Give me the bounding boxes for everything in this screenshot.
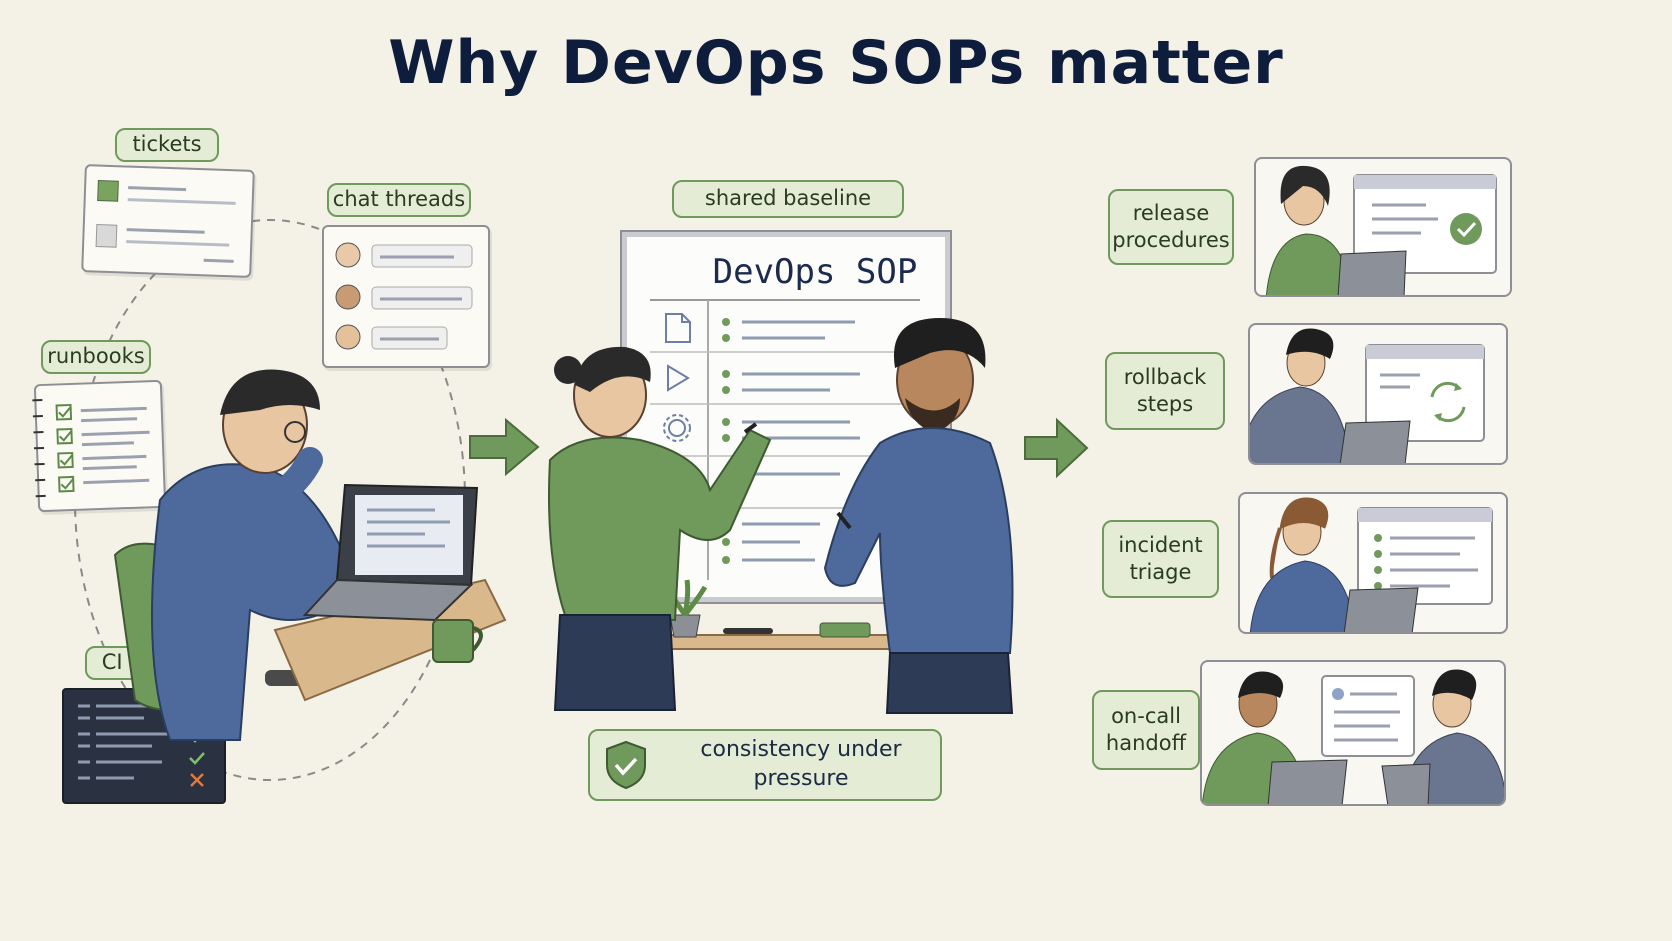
triage-scene — [1249, 497, 1493, 632]
woman-presenting-illustration — [548, 346, 772, 711]
runbooks-label-text: runbooks — [47, 344, 145, 369]
chat-content — [335, 242, 473, 350]
on-call-handoff-line2: handoff — [1105, 731, 1187, 755]
tickets-label-text: tickets — [132, 132, 202, 157]
release-procedures-line2: procedures — [1112, 228, 1230, 252]
man-listening-illustration — [823, 318, 1014, 714]
arrow-right-icon-2 — [1024, 417, 1089, 479]
rollback-steps-line2: steps — [1136, 392, 1194, 416]
incident-triage-line2: triage — [1129, 560, 1192, 584]
release-procedures-label: release procedures — [1108, 189, 1234, 265]
on-call-handoff-label: on-call handoff — [1092, 690, 1200, 770]
chat-threads-card — [322, 225, 490, 368]
tickets-content — [95, 180, 236, 263]
tickets-card — [81, 164, 255, 278]
release-procedures-line1: release — [1132, 200, 1210, 225]
shared-baseline-label: shared baseline — [672, 180, 904, 218]
on-call-handoff-line1: on-call — [1111, 703, 1181, 728]
rollback-scene — [1250, 328, 1485, 463]
tickets-label: tickets — [115, 128, 219, 162]
engineer-at-desk-illustration — [113, 369, 507, 741]
page-title: Why DevOps SOPs matter — [388, 28, 1284, 98]
incident-triage-panel — [1238, 492, 1508, 634]
handoff-scene — [1202, 669, 1504, 804]
shield-check-icon — [606, 740, 646, 790]
whiteboard-title: DevOps SOP — [712, 252, 918, 292]
consistency-badge: consistency under pressure — [588, 729, 942, 801]
chat-threads-label: chat threads — [327, 183, 471, 217]
incident-triage-line1: incident — [1118, 532, 1203, 557]
chat-threads-label-text: chat threads — [332, 187, 466, 212]
release-procedures-panel — [1254, 157, 1512, 297]
rollback-steps-label: rollback steps — [1105, 352, 1225, 430]
runbooks-label: runbooks — [41, 340, 151, 374]
rollback-steps-panel — [1248, 323, 1508, 465]
on-call-handoff-panel — [1200, 660, 1506, 806]
consistency-label: consistency under pressure — [700, 737, 902, 791]
shared-baseline-label-text: shared baseline — [704, 186, 872, 211]
release-scene — [1265, 165, 1497, 295]
rollback-steps-line1: rollback — [1123, 364, 1207, 389]
incident-triage-label: incident triage — [1102, 520, 1219, 598]
